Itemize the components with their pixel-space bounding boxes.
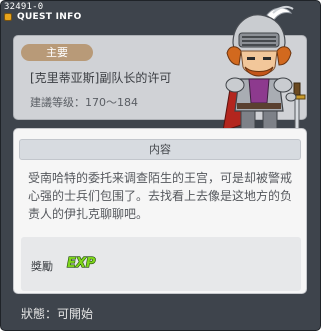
quest-info-icon xyxy=(4,13,12,21)
reward-section: 獎勵 EXP xyxy=(21,237,301,291)
level-requirement: 建議等级：170～184 xyxy=(30,96,138,109)
quest-info-window: 32491-0 QUEST INFO 主要 [克里蒂亚斯]副队长的许可 建議等级… xyxy=(0,0,321,331)
reward-label: 獎勵 xyxy=(31,260,53,273)
content-header: 内容 xyxy=(19,139,301,160)
exp-icon-text: EXP xyxy=(67,256,96,270)
window-title: QUEST INFO xyxy=(17,12,82,22)
quest-status: 狀態：可開始 xyxy=(21,307,94,321)
quest-id: 32491-0 xyxy=(4,2,44,12)
quest-content-panel: 内容 受南哈特的委托来调查陌生的王宫，可是却被警戒心强的士兵们包围了。去找看上去… xyxy=(13,128,307,294)
quest-description: 受南哈特的委托来调查陌生的王宫，可是却被警戒心强的士兵们包围了。去找看上去像是这… xyxy=(28,171,293,221)
exp-icon: EXP xyxy=(66,255,96,270)
npc-knight-portrait xyxy=(222,5,306,137)
quest-type-tag: 主要 xyxy=(21,44,93,61)
quest-name: [克里蒂亚斯]副队长的许可 xyxy=(30,71,172,85)
